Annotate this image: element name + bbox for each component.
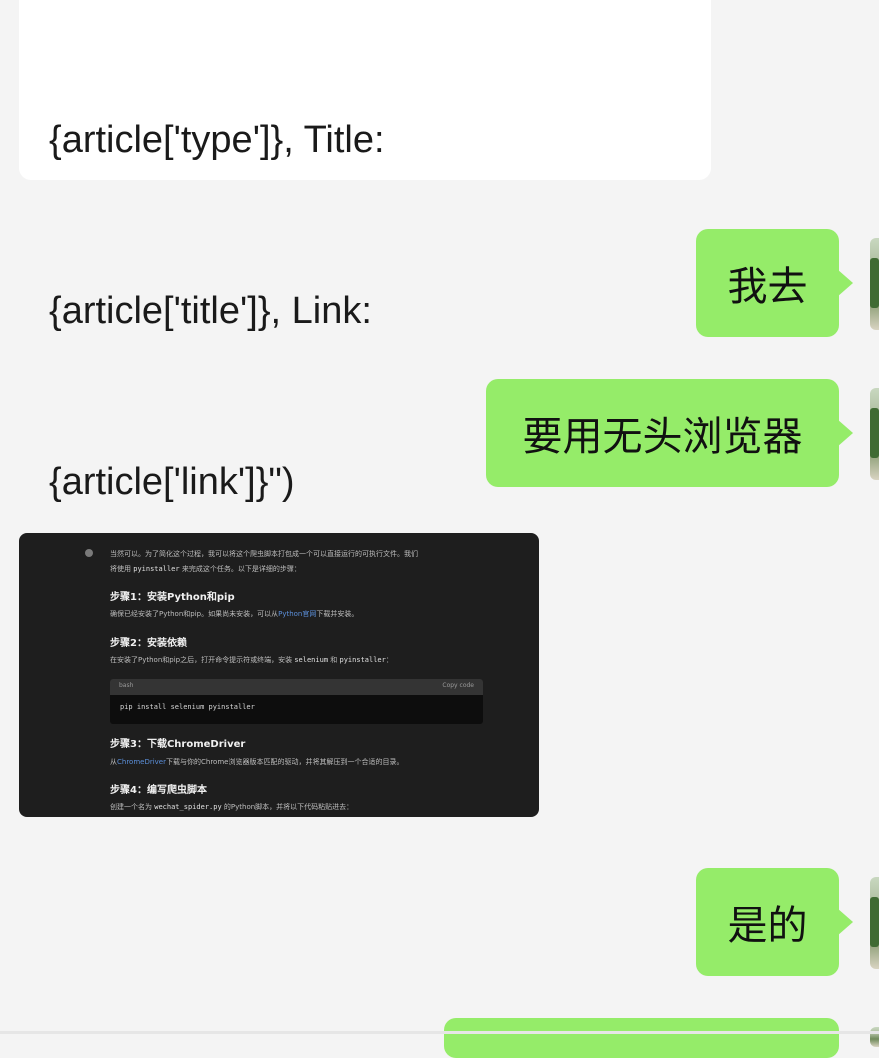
message-text: 我去: [727, 264, 808, 310]
image-code-line: pip install selenium pyinstaller: [120, 703, 255, 711]
code-line: {article['type']}, Title:: [49, 119, 385, 161]
image-text: 从: [110, 758, 117, 766]
image-text: 将使用: [110, 565, 134, 573]
assistant-icon: [85, 549, 93, 557]
message-text: 是的: [727, 903, 808, 949]
outgoing-message-bubble[interactable]: 我去: [696, 229, 853, 337]
avatar[interactable]: [870, 1027, 879, 1047]
outgoing-message-bubble[interactable]: 是的: [696, 868, 853, 976]
image-code-header: bash Copy code: [110, 679, 483, 695]
code-line: {article['title']}, Link:: [49, 290, 372, 332]
image-heading: 步骤4：编写爬虫脚本: [110, 785, 207, 796]
image-copy-label: Copy code: [442, 682, 474, 689]
image-text: 来完成这个任务。以下是详细的步骤：: [179, 565, 301, 573]
image-text: 当然可以。为了简化这个过程，我可以将这个爬虫脚本打包成一个可以直接运行的可执行文…: [110, 550, 418, 558]
image-text: ：: [385, 656, 393, 664]
image-inline-code: wechat_spider.py: [154, 803, 222, 811]
image-heading: 步骤3：下载ChromeDriver: [110, 739, 246, 750]
incoming-message-bubble[interactable]: {article['type']}, Title: {article['titl…: [19, 0, 711, 503]
image-text: 下载并安装。: [316, 610, 359, 618]
image-code-block: bash Copy code pip install selenium pyin…: [110, 679, 483, 724]
image-inline-code: selenium: [294, 656, 329, 664]
code-line: {article['link']}"): [49, 461, 295, 503]
image-text: 在安装了Python和pip之后，打开命令提示符或终端，安装: [110, 656, 295, 664]
avatar[interactable]: [870, 388, 879, 480]
outgoing-message-bubble[interactable]: 要用无头浏览器: [486, 379, 853, 487]
image-link: ChromeDriver: [117, 758, 166, 766]
image-code-lang: bash: [119, 682, 134, 689]
message-code-text: {article['type']}, Title: {article['titl…: [49, 0, 385, 625]
image-heading: 步骤1：安装Python和pip: [110, 592, 235, 603]
image-heading: 步骤2：安装依赖: [110, 638, 187, 649]
image-link: Python官网: [278, 610, 317, 618]
image-message[interactable]: 当然可以。为了简化这个过程，我可以将这个爬虫脚本打包成一个可以直接运行的可执行文…: [19, 533, 539, 817]
avatar[interactable]: [870, 238, 879, 330]
image-text: 创建一个名为: [110, 803, 155, 811]
image-inline-code: pyinstaller: [339, 656, 386, 664]
image-inline-code: pyinstaller: [133, 565, 180, 573]
image-text: 下载与你的Chrome浏览器版本匹配的驱动，并将其解压到一个合适的目录。: [166, 758, 404, 766]
image-text: 的Python脚本，并将以下代码粘贴进去：: [221, 803, 354, 811]
avatar[interactable]: [870, 877, 879, 969]
image-text: 确保已经安装了Python和pip。如果尚未安装，可以从: [110, 610, 279, 618]
message-text: 要用无头浏览器: [522, 414, 803, 460]
image-text: 和: [328, 656, 340, 664]
outgoing-message-bubble[interactable]: [444, 1018, 839, 1058]
